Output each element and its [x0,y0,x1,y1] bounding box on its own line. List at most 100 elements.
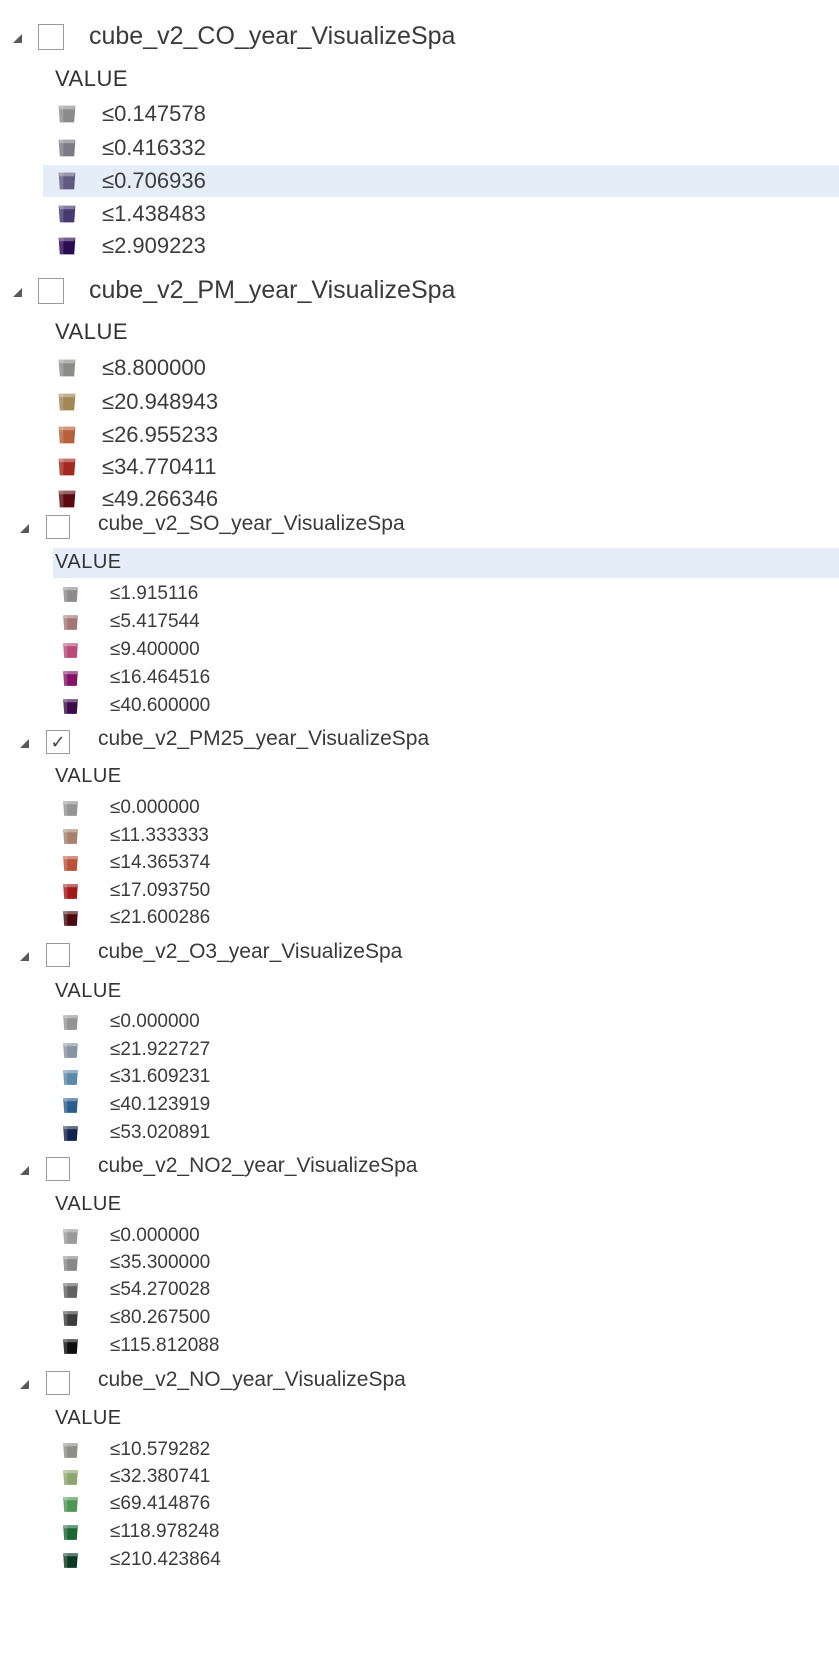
layer-visibility-checkbox[interactable] [38,278,64,304]
layer-header-1[interactable]: cube_v2_PM_year_VisualizeSpa [0,275,839,307]
class-break-label: ≤69.414876 [110,1493,211,1515]
expand-collapse-icon[interactable] [20,1380,29,1389]
legend-class-row[interactable]: ≤8.800000 [0,352,839,384]
symbol-swatch-icon [55,136,79,160]
class-break-label: ≤115.812088 [110,1335,220,1357]
value-field-heading: VALUE [55,764,122,787]
class-break-label: ≤0.000000 [110,797,200,819]
layer-name: cube_v2_NO2_year_VisualizeSpa [98,1154,418,1177]
expand-collapse-icon[interactable] [20,952,29,961]
class-break-label: ≤11.333333 [110,825,209,847]
class-break-label: ≤8.800000 [102,355,206,381]
class-break-label: ≤16.464516 [110,667,211,689]
layer-name: cube_v2_CO_year_VisualizeSpa [89,22,456,50]
symbol-swatch-icon [60,1308,81,1329]
symbol-swatch-icon [55,423,79,447]
legend-class-row[interactable]: ≤115.812088 [0,1330,839,1362]
class-break-label: ≤9.400000 [110,639,200,661]
symbol-swatch-icon [60,1067,81,1088]
legend-class-row[interactable]: ≤210.423864 [0,1544,839,1576]
symbol-swatch-icon [60,696,81,717]
legend-class-row[interactable]: ≤20.948943 [0,386,839,418]
layer-header-4[interactable]: cube_v2_O3_year_VisualizeSpa [0,939,839,971]
symbol-swatch-icon [60,798,81,819]
value-field-heading: VALUE [55,1406,122,1429]
symbol-swatch-icon [60,1440,81,1461]
class-break-label: ≤40.600000 [110,695,211,717]
layer-name: cube_v2_NO_year_VisualizeSpa [98,1368,406,1391]
legend-class-row[interactable]: ≤34.770411 [0,451,839,483]
class-break-label: ≤21.600286 [110,907,211,929]
symbol-swatch-icon [55,169,79,193]
legend-class-row[interactable]: ≤40.600000 [0,690,839,722]
class-break-label: ≤32.380741 [110,1466,211,1488]
class-break-label: ≤0.416332 [102,135,206,161]
symbol-swatch-icon [60,1226,81,1247]
class-break-label: ≤14.365374 [110,852,211,874]
symbol-swatch-icon [60,1494,81,1515]
symbol-swatch-icon [60,853,81,874]
layer-header-6[interactable]: cube_v2_NO_year_VisualizeSpa [0,1367,839,1399]
class-break-label: ≤80.267500 [110,1307,211,1329]
expand-collapse-icon[interactable] [13,288,22,297]
class-break-label: ≤2.909223 [102,233,206,259]
legend-class-row[interactable]: ≤2.909223 [0,230,839,262]
class-break-label: ≤26.955233 [102,422,219,448]
class-break-label: ≤21.922727 [110,1039,211,1061]
symbol-swatch-icon [60,584,81,605]
layer-visibility-checkbox[interactable] [46,1157,70,1181]
legend-class-row[interactable]: ≤21.600286 [0,902,839,934]
legend-class-row[interactable]: ≤26.955233 [0,419,839,451]
class-break-label: ≤1.915116 [110,583,199,605]
class-break-label: ≤20.948943 [102,389,219,415]
expand-collapse-icon[interactable] [20,1166,29,1175]
symbol-swatch-icon [60,908,81,929]
value-field-heading: VALUE [55,550,122,573]
symbol-swatch-icon [60,1550,81,1571]
layer-visibility-checkbox[interactable] [46,515,70,539]
class-break-label: ≤49.266346 [102,486,219,512]
class-break-label: ≤53.020891 [110,1122,211,1144]
symbol-swatch-icon [55,102,79,126]
layer-visibility-checkbox[interactable] [46,943,70,967]
class-break-label: ≤0.706936 [102,168,206,194]
class-break-label: ≤210.423864 [110,1549,221,1571]
checkmark-icon: ✓ [50,731,66,753]
symbol-swatch-icon [60,612,81,633]
expand-collapse-icon[interactable] [20,739,29,748]
legend-class-row[interactable]: ≤1.438483 [0,198,839,230]
symbol-swatch-icon [60,1095,81,1116]
symbol-swatch-icon [55,390,79,414]
layer-visibility-checkbox[interactable] [38,24,64,50]
layer-visibility-checkbox[interactable]: ✓ [46,730,70,754]
layer-header-3[interactable]: ✓ cube_v2_PM25_year_VisualizeSpa [0,726,839,758]
value-field-heading: VALUE [55,319,129,345]
legend-class-row[interactable]: ≤0.147578 [0,98,839,130]
legend-class-row[interactable]: ≤53.020891 [0,1117,839,1149]
layer-header-0[interactable]: cube_v2_CO_year_VisualizeSpa [0,21,839,53]
expand-collapse-icon[interactable] [20,524,29,533]
symbol-swatch-icon [55,455,79,479]
class-break-label: ≤10.579282 [110,1439,211,1461]
layer-header-2[interactable]: cube_v2_SO_year_VisualizeSpa [0,511,839,543]
class-break-label: ≤0.000000 [110,1011,200,1033]
layer-name: cube_v2_SO_year_VisualizeSpa [98,512,405,535]
layer-visibility-checkbox[interactable] [46,1371,70,1395]
symbol-swatch-icon [55,487,79,511]
class-break-label: ≤34.770411 [102,454,217,480]
legend-class-row[interactable]: ≤0.706936 [0,165,839,197]
selected-row-highlight [53,548,839,578]
expand-collapse-icon[interactable] [13,34,22,43]
layer-header-5[interactable]: cube_v2_NO2_year_VisualizeSpa [0,1153,839,1185]
layer-name: cube_v2_PM25_year_VisualizeSpa [98,727,430,750]
symbol-swatch-icon [55,234,79,258]
symbol-swatch-icon [60,1336,81,1357]
legend-class-row[interactable]: ≤0.416332 [0,132,839,164]
symbol-swatch-icon [60,1012,81,1033]
class-break-label: ≤118.978248 [110,1521,220,1543]
contents-legend-panel: cube_v2_CO_year_VisualizeSpa VALUE ≤0.1475… [0,0,839,1665]
class-break-label: ≤31.609231 [110,1066,211,1088]
class-break-label: ≤1.438483 [102,201,206,227]
symbol-swatch-icon [60,1253,81,1274]
value-field-heading: VALUE [55,979,122,1002]
